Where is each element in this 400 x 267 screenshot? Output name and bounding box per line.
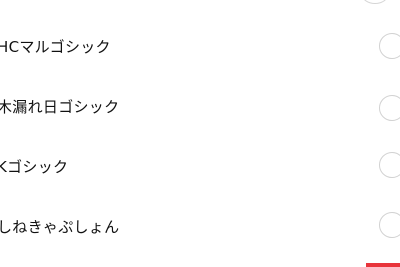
font-option-komorebi-gothic[interactable]: 木漏れ日ゴシック <box>0 84 400 132</box>
font-option-label: Kゴシック <box>0 158 69 176</box>
font-option-label: 木漏れ日ゴシック <box>0 98 120 116</box>
font-option-radio[interactable] <box>379 212 400 238</box>
font-option-radio[interactable] <box>379 33 400 59</box>
font-option-radio[interactable] <box>379 95 400 121</box>
font-option-label: HCマルゴシック <box>0 38 111 56</box>
font-option-k-gothic[interactable]: Kゴシック <box>0 144 400 192</box>
font-option-radio[interactable] <box>379 152 400 178</box>
font-option-cinecaption[interactable]: しねきゃぷしょん <box>0 204 400 252</box>
font-picker-screen: HCマルゴシック 木漏れ日ゴシック Kゴシック しねきゃぷしょん <box>0 0 400 267</box>
font-option-hc-maru-gothic[interactable]: HCマルゴシック <box>0 24 400 72</box>
radio-button-partial[interactable] <box>362 0 388 4</box>
accent-indicator-bar <box>366 263 400 267</box>
font-option-label: しねきゃぷしょん <box>0 218 120 236</box>
